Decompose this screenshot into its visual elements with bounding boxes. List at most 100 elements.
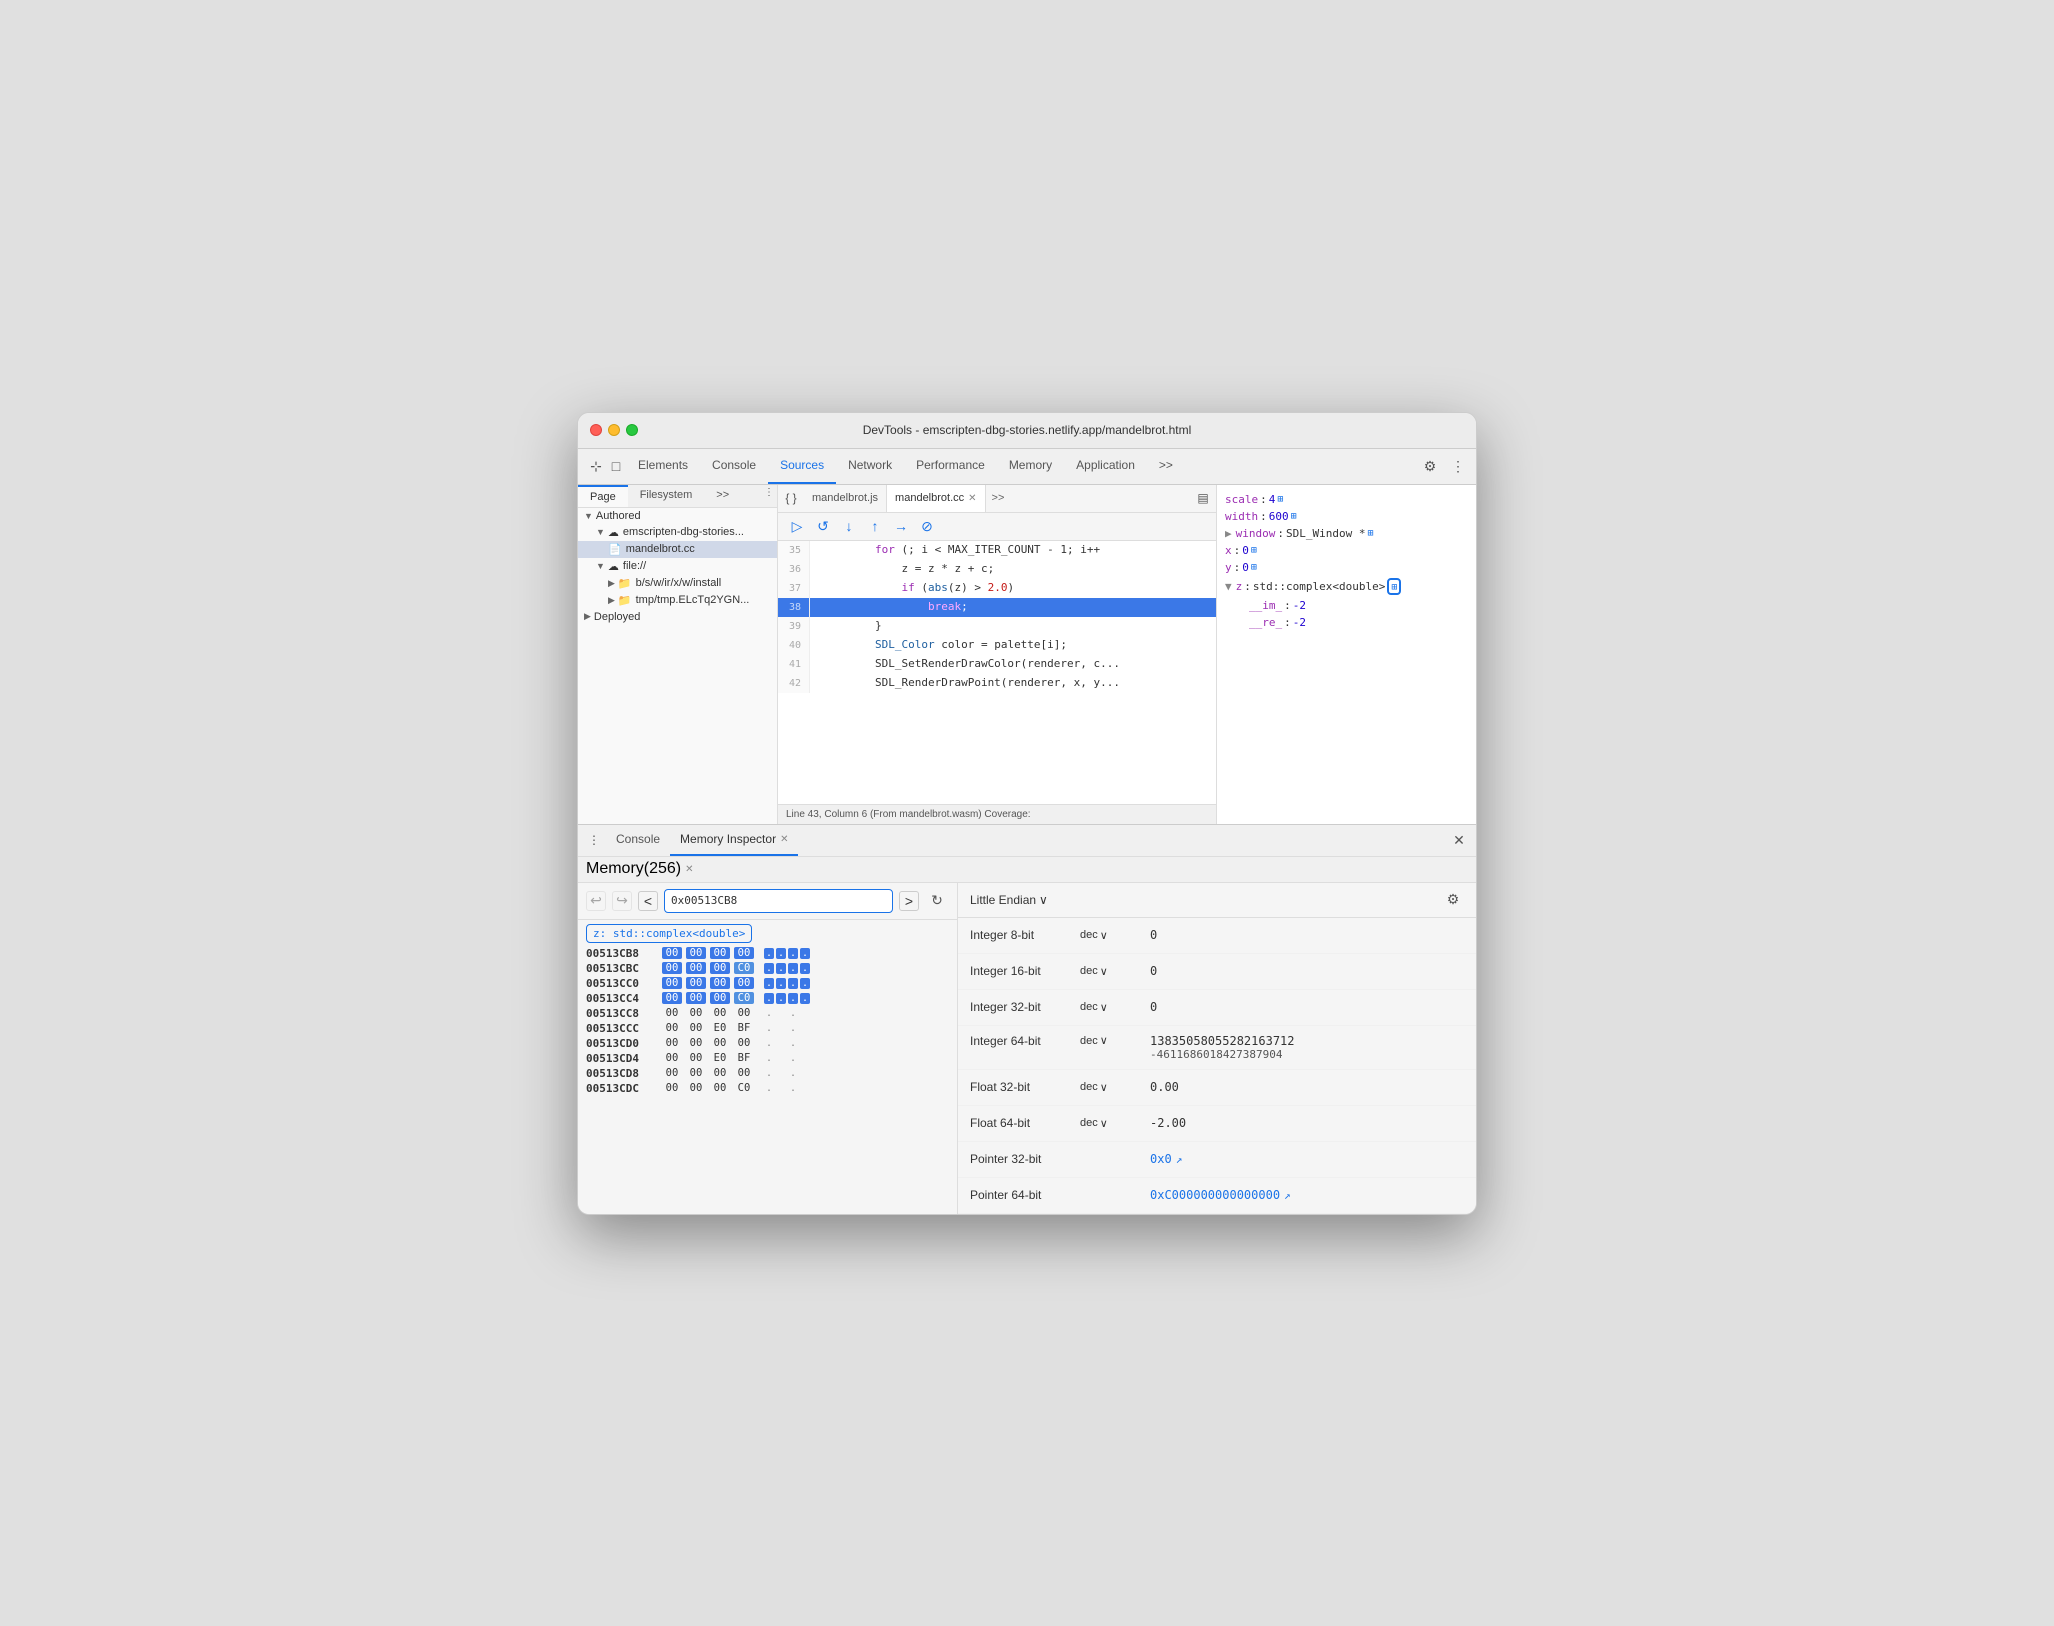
tab-console[interactable]: Console	[700, 448, 768, 484]
scope-window: ▶ window : SDL_Window * ⊞	[1217, 525, 1476, 542]
chip-icon-scale[interactable]: ⊞	[1277, 494, 1283, 505]
chip-icon-x[interactable]: ⊞	[1251, 545, 1257, 556]
scope-z: ▼ z : std::complex<double> ⊞	[1217, 576, 1476, 597]
int8-format-chevron: ∨	[1100, 929, 1108, 942]
more-tabs-icon[interactable]: >>	[986, 492, 1011, 504]
int32-format[interactable]: dec ∨	[1080, 1001, 1150, 1014]
interp-int16: Integer 16-bit dec ∨ 0	[958, 954, 1476, 990]
settings-icon[interactable]: ⚙	[1420, 456, 1440, 476]
tab-elements[interactable]: Elements	[626, 448, 700, 484]
tab-application[interactable]: Application	[1064, 448, 1147, 484]
tab-more[interactable]: >>	[1147, 448, 1185, 484]
ptr32-link-icon[interactable]: ↗	[1176, 1153, 1183, 1166]
tab-performance[interactable]: Performance	[904, 448, 997, 484]
step-over-btn[interactable]: ↺	[812, 515, 834, 537]
tab-memory-inspector[interactable]: Memory Inspector ✕	[670, 824, 798, 856]
resume-btn[interactable]: ▷	[786, 515, 808, 537]
hex-row-CB8: 00513CB8 00 00 00 00 . . . .	[578, 946, 957, 961]
close-bottom-panel-icon[interactable]: ✕	[1450, 831, 1468, 849]
hex-row-CD4: 00513CD4 00 00 E0 BF . .	[578, 1051, 957, 1066]
address-input[interactable]	[664, 889, 893, 913]
float64-format[interactable]: dec ∨	[1080, 1117, 1150, 1130]
bottom-tabbar: ⋮ Console Memory Inspector ✕ ✕	[578, 825, 1476, 857]
int16-format[interactable]: dec ∨	[1080, 965, 1150, 978]
sidebar-subtabs: Page Filesystem >> ⋮	[578, 485, 777, 508]
tab-network[interactable]: Network	[836, 448, 904, 484]
tab-page[interactable]: Page	[578, 485, 628, 507]
ptr64-link-icon[interactable]: ↗	[1284, 1189, 1291, 1202]
window-title: DevTools - emscripten-dbg-stories.netlif…	[863, 423, 1192, 437]
tree-install[interactable]: ▶ 📁 b/s/w/ir/x/w/install	[578, 575, 777, 592]
chip-icon-window[interactable]: ⊞	[1367, 528, 1373, 539]
device-icon[interactable]: □	[606, 456, 626, 476]
code-view: 35 for (; i < MAX_ITER_COUNT - 1; i++ 36…	[778, 541, 1216, 804]
deployed-arrow: ▶	[584, 611, 591, 622]
step-into-btn[interactable]: ↓	[838, 515, 860, 537]
titlebar: DevTools - emscripten-dbg-stories.netlif…	[578, 413, 1476, 449]
step-out-btn[interactable]: ↑	[864, 515, 886, 537]
tab-memory[interactable]: Memory	[997, 448, 1064, 484]
inspect-icon[interactable]: ⊹	[586, 456, 606, 476]
int64-format-chevron: ∨	[1100, 1034, 1108, 1047]
tab-sidebar-more[interactable]: >>	[704, 485, 741, 507]
tab-sources[interactable]: Sources	[768, 448, 836, 484]
maximize-button[interactable]	[626, 424, 638, 436]
next-addr-btn[interactable]: >	[899, 891, 919, 911]
prev-addr-btn[interactable]: <	[638, 891, 658, 911]
tree-mandelbrot-cc[interactable]: 📄 mandelbrot.cc	[578, 541, 777, 558]
interp-ptr32: Pointer 32-bit 0x0 ↗	[958, 1142, 1476, 1178]
chip-icon-y[interactable]: ⊞	[1251, 562, 1257, 573]
code-line-36: 36 z = z * z + c;	[778, 560, 1216, 579]
close-button[interactable]	[590, 424, 602, 436]
hex-row-CCC: 00513CCC 00 00 E0 BF . .	[578, 1021, 957, 1036]
bottom-section: ⋮ Console Memory Inspector ✕ ✕ Memory(25…	[578, 825, 1476, 1214]
tab-filesystem[interactable]: Filesystem	[628, 485, 705, 507]
tree-file[interactable]: ▼ ☁ file://	[578, 558, 777, 575]
tree-deployed[interactable]: ▶ Deployed	[578, 609, 777, 625]
install-arrow: ▶	[608, 578, 615, 589]
status-text: Line 43, Column 6 (From mandelbrot.wasm)…	[786, 809, 1031, 820]
tree-authored[interactable]: ▼ Authored	[578, 508, 777, 524]
memory-256-tab[interactable]: Memory(256) ✕	[586, 860, 694, 878]
endian-bar: Little Endian ∨ ⚙	[958, 883, 1476, 918]
tree-emscripten[interactable]: ▼ ☁ emscripten-dbg-stories...	[578, 524, 777, 541]
window-expand[interactable]: ▶	[1225, 527, 1232, 540]
hex-row-CC4: 00513CC4 00 00 00 C0 . . . .	[578, 991, 957, 1006]
format-icon[interactable]: { }	[782, 489, 800, 507]
close-memory-inspector-icon[interactable]: ✕	[780, 834, 788, 845]
tree-tmp-label: tmp/tmp.ELcTq2YGN...	[636, 594, 750, 606]
more-options-icon[interactable]: ⋮	[1448, 456, 1468, 476]
z-chip-highlighted[interactable]: ⊞	[1387, 578, 1401, 595]
interpretation-table: Integer 8-bit dec ∨ 0 Integer 16-bit dec…	[958, 918, 1476, 1214]
refresh-btn[interactable]: ↻	[925, 889, 949, 913]
editor-tab-mandelbrot-js[interactable]: mandelbrot.js	[804, 485, 887, 513]
history-forward-btn[interactable]: ↪	[612, 891, 632, 911]
editor-tab-mandelbrot-cc[interactable]: mandelbrot.cc ✕	[887, 485, 985, 513]
tab-console-bottom[interactable]: Console	[606, 824, 670, 856]
sidebar-menu-icon[interactable]: ⋮	[761, 485, 777, 501]
interpretation-settings-icon[interactable]: ⚙	[1442, 889, 1464, 911]
minimize-button[interactable]	[608, 424, 620, 436]
sidebar-toggle-icon[interactable]: ▤	[1194, 489, 1212, 507]
bottom-menu-icon[interactable]: ⋮	[586, 832, 602, 848]
step-btn[interactable]: →	[890, 515, 912, 537]
deactivate-btn[interactable]: ⊘	[916, 515, 938, 537]
scope-scale: scale : 4 ⊞	[1217, 491, 1476, 508]
close-tab-icon[interactable]: ✕	[968, 493, 976, 504]
int8-format[interactable]: dec ∨	[1080, 929, 1150, 942]
chip-icon-width[interactable]: ⊞	[1291, 511, 1297, 522]
code-line-41: 41 SDL_SetRenderDrawColor(renderer, c...	[778, 655, 1216, 674]
tree-tmp[interactable]: ▶ 📁 tmp/tmp.ELcTq2YGN...	[578, 592, 777, 609]
endian-selector[interactable]: Little Endian ∨	[970, 893, 1048, 907]
float32-format[interactable]: dec ∨	[1080, 1081, 1150, 1094]
int64-format[interactable]: dec ∨	[1080, 1034, 1150, 1047]
history-back-btn[interactable]: ↩	[586, 891, 606, 911]
hex-view: 00513CB8 00 00 00 00 . . . .	[578, 946, 957, 1214]
memory-interpretation-panel: Little Endian ∨ ⚙ Integer 8-bit dec ∨ 0 …	[958, 883, 1476, 1214]
hex-row-CC0: 00513CC0 00 00 00 00 . . . .	[578, 976, 957, 991]
close-memory-tab-icon[interactable]: ✕	[685, 864, 693, 875]
hex-row-CD0: 00513CD0 00 00 00 00 . .	[578, 1036, 957, 1051]
file-arrow: ▼	[596, 561, 605, 571]
scope-re: __re_ : -2	[1217, 614, 1476, 631]
z-expand[interactable]: ▼	[1225, 580, 1232, 593]
